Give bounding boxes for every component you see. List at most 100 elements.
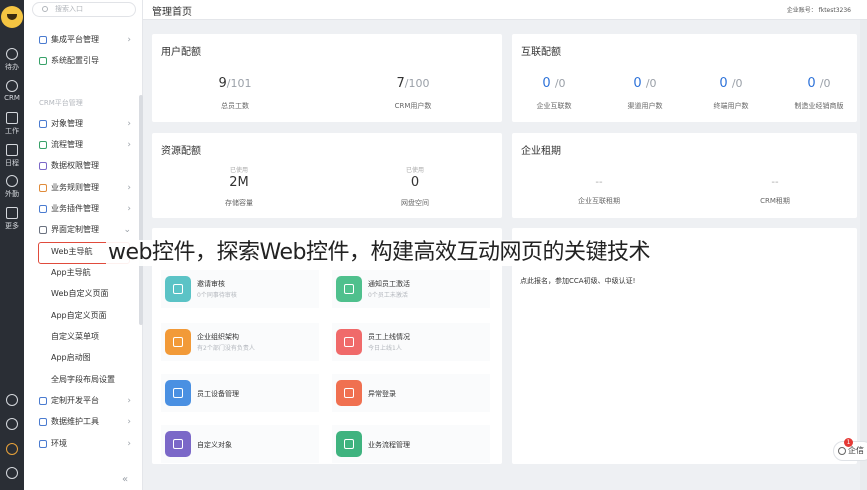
stat-value: 0 (410, 175, 420, 190)
tile-desc: 今日上线1人 (368, 345, 402, 352)
tile-org-structure[interactable]: 企业组织架构 有2个部门没有负责人 (161, 323, 319, 361)
stat-total: /0 (819, 77, 831, 90)
stat-netdisk: 已使用 0 网盘空间 (360, 165, 470, 208)
card-title: 用户配额 (161, 47, 201, 58)
sidebar-item-config-guide[interactable]: 系统配置引导 (24, 51, 143, 71)
enterprise-chat-button[interactable]: 1 企信 (833, 438, 867, 461)
sidebar-item-environment[interactable]: 环境 › (24, 434, 143, 454)
rail-item-field[interactable]: 外勤 (0, 175, 24, 199)
stat-total: /0 (731, 77, 743, 90)
settings-icon[interactable] (6, 443, 18, 455)
stat-label: CRM租期 (760, 197, 790, 205)
tile-desc: 0个同事待审核 (197, 292, 237, 299)
rules-icon (39, 184, 47, 192)
rail-item-more[interactable]: 更多 (0, 207, 24, 231)
sidebar-item-permission[interactable]: 数据权限管理 (24, 156, 143, 176)
sidebar-subitem-field-layout[interactable]: 全局字段布局设置 (24, 370, 143, 390)
sidebar-subitem-custom-menu[interactable]: 自定义菜单项 (24, 327, 143, 347)
sidebar-item-data-tools[interactable]: 数据维护工具 › (24, 412, 143, 432)
chevron-right-icon: › (127, 396, 131, 406)
rail-item-label: 待办 (5, 63, 19, 71)
chevron-right-icon: › (127, 140, 131, 150)
sidebar-subitem-web-page[interactable]: Web自定义页面 (24, 284, 143, 304)
help-icon[interactable] (6, 394, 18, 406)
monitor-icon (165, 380, 191, 406)
stat-crm-users: 7/100 CRM用户数 (358, 76, 468, 111)
section-label-crm: CRM平台管理 (39, 99, 83, 107)
collapse-sidebar-button[interactable]: « (122, 474, 128, 485)
sidebar-item-label: 环境 (51, 439, 67, 448)
page-title: 管理首页 (152, 7, 192, 18)
stat-total: /100 (404, 77, 430, 90)
sidebar-item-label: 系统配置引导 (51, 56, 99, 65)
stat-value: 7 (396, 76, 405, 91)
tile-abnormal-login[interactable]: 异常登录 (332, 374, 490, 412)
stat-label: 存储容量 (225, 199, 253, 207)
rail-item-work[interactable]: 工作 (0, 112, 24, 136)
sidebar-subitem-app-nav[interactable]: App主导航 (24, 263, 143, 283)
page-header: 管理首页 企业账号： fktest3236 (143, 0, 867, 20)
rail-item-schedule[interactable]: 日程 (0, 144, 24, 168)
stat-crm-lease: -- CRM租期 (720, 177, 830, 206)
certification-notice-link[interactable]: 点此报名，参加CCA初级、中级认证! (520, 276, 635, 286)
stat-value: 0 (633, 76, 642, 91)
stat-value: 0 (719, 76, 728, 91)
stat-label: 总员工数 (221, 102, 249, 110)
page-scrollbar[interactable] (860, 20, 867, 490)
sidebar-subitem-app-splash[interactable]: App启动图 (24, 348, 143, 368)
process-icon (39, 141, 47, 149)
chevron-right-icon: › (127, 439, 131, 449)
tile-title: 员工设备管理 (197, 390, 239, 398)
wifi-icon (39, 57, 47, 65)
stat-value: -- (595, 177, 603, 188)
tile-custom-object[interactable]: 自定义对象 (161, 425, 319, 463)
calendar-icon (6, 144, 18, 156)
rail-item-crm[interactable]: CRM (0, 80, 24, 102)
sidebar-item-rules[interactable]: 业务规则管理 › (24, 178, 143, 198)
person-online-icon (336, 329, 362, 355)
stat-total: /0 (554, 77, 566, 90)
tile-title: 自定义对象 (197, 441, 232, 449)
object-icon (39, 120, 47, 128)
sidebar-item-object[interactable]: 对象管理 › (24, 114, 143, 134)
sidebar-item-ui-custom[interactable]: 界面定制管理 ⌄ (24, 220, 143, 240)
user-quota-card: 用户配额 9/101 总员工数 7/100 CRM用户数 (152, 34, 502, 122)
stat-value: 0 (807, 76, 816, 91)
stat-value: -- (771, 177, 779, 188)
sidebar-subitem-app-page[interactable]: App自定义页面 (24, 306, 143, 326)
sidebar-item-process[interactable]: 流程管理 › (24, 135, 143, 155)
chevron-right-icon: › (127, 35, 131, 45)
user-icon[interactable] (6, 467, 18, 479)
sidebar-item-label: 业务规则管理 (51, 183, 99, 192)
tile-staff-online[interactable]: 员工上线情况 今日上线1人 (332, 323, 490, 361)
sidebar-item-plugins[interactable]: 业务插件管理 › (24, 199, 143, 219)
dev-icon (39, 397, 47, 405)
time-icon[interactable] (6, 418, 18, 430)
org-chart-icon (165, 329, 191, 355)
sidebar-item-label: App主导航 (51, 268, 91, 277)
plugin-icon (39, 205, 47, 213)
sidebar-item-dev-platform[interactable]: 定制开发平台 › (24, 391, 143, 411)
sidebar-item-label: 自定义菜单项 (51, 332, 99, 341)
integration-icon (39, 36, 47, 44)
tile-business-process[interactable]: 业务流程管理 (332, 425, 490, 463)
rail-item-todo[interactable]: 待办 (0, 48, 24, 72)
sidebar-item-label: Web自定义页面 (51, 289, 109, 298)
rail-item-label: 日程 (5, 159, 19, 167)
app-logo[interactable] (1, 6, 23, 28)
sidebar-item-label: 流程管理 (51, 140, 83, 149)
tile-device-management[interactable]: 员工设备管理 (161, 374, 319, 412)
search-input[interactable]: 搜索入口 (32, 2, 136, 17)
card-title: 互联配额 (521, 47, 561, 58)
tile-title: 企业组织架构 (197, 333, 239, 341)
sidebar-item-label: 数据权限管理 (51, 161, 99, 170)
tile-activate-staff[interactable]: 通知员工激活 0个员工未激活 (332, 270, 490, 308)
location-icon (6, 175, 18, 187)
sidebar-item-integration[interactable]: 集成平台管理 › (24, 30, 143, 50)
tile-title: 邀请审核 (197, 280, 225, 288)
sidebar-scrollbar[interactable] (139, 95, 143, 325)
tile-desc: 0个员工未激活 (368, 292, 408, 299)
tile-invite-review[interactable]: 邀请审核 0个同事待审核 (161, 270, 319, 308)
unread-badge: 1 (844, 438, 853, 447)
account-label: 企业账号： fktest3236 (786, 7, 851, 14)
